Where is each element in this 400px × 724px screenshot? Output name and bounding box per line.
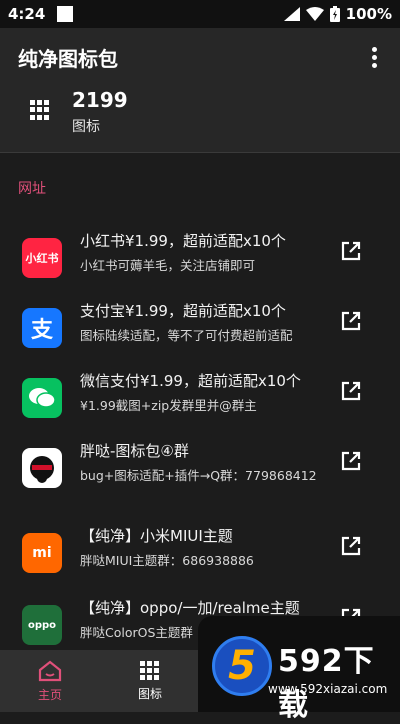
alipay-icon: 支 bbox=[22, 308, 62, 348]
watermark-title: 592下载 bbox=[278, 644, 375, 723]
list-item-subtitle: ¥1.99截图+zip发群里并@群主 bbox=[80, 398, 257, 413]
list-item[interactable]: 小红书 小红书¥1.99，超前适配x10个 小红书可薅羊毛，关注店铺即可 bbox=[0, 230, 400, 300]
list-item-title: 小红书¥1.99，超前适配x10个 bbox=[80, 232, 286, 250]
battery-icon bbox=[329, 6, 340, 22]
icon-count: 2199 bbox=[72, 88, 128, 112]
miui-icon: mi bbox=[22, 533, 62, 573]
list-item-subtitle: bug+图标适配+插件→Q群：779868412 bbox=[80, 468, 317, 483]
notification-icon bbox=[57, 6, 74, 22]
list-item-title: 【纯净】小米MIUI主题 bbox=[80, 527, 233, 545]
oppo-icon: oppo bbox=[22, 605, 62, 645]
signal-icon bbox=[283, 7, 300, 21]
status-bar: 4:24 100% bbox=[0, 0, 400, 28]
wechat-pay-icon bbox=[22, 378, 62, 418]
status-time: 4:24 bbox=[8, 5, 46, 23]
watermark-logo: 5 bbox=[212, 636, 272, 696]
wifi-icon bbox=[305, 7, 324, 21]
section-title: 网址 bbox=[18, 181, 46, 197]
battery-percent: 100% bbox=[345, 5, 392, 23]
open-external-icon[interactable] bbox=[340, 310, 362, 332]
grid-icon bbox=[30, 100, 50, 120]
list-item-title: 【纯净】oppo/一加/realme主题 bbox=[80, 599, 300, 617]
watermark-url: www.592xiazai.com bbox=[268, 682, 388, 696]
list-item-subtitle: 小红书可薅羊毛，关注店铺即可 bbox=[80, 258, 256, 273]
app-title: 纯净图标包 bbox=[18, 46, 118, 71]
open-external-icon[interactable] bbox=[340, 450, 362, 472]
icon-count-label: 图标 bbox=[72, 119, 100, 135]
list-item-subtitle: 胖哒MIUI主题群：686938886 bbox=[80, 553, 254, 568]
watermark-overlay: 5 592下载 www.592xiazai.com bbox=[198, 616, 400, 723]
nav-home-label: 主页 bbox=[37, 687, 62, 702]
list-item-subtitle: 图标陆续适配，等不了可付费超前适配 bbox=[80, 328, 293, 343]
panda-avatar-icon bbox=[30, 456, 54, 483]
list-item-title: 支付宝¥1.99，超前适配x10个 bbox=[80, 302, 286, 320]
list-item[interactable]: 胖哒-图标包④群 bug+图标适配+插件→Q群：779868412 bbox=[0, 440, 400, 510]
list-item[interactable]: mi 【纯净】小米MIUI主题 胖哒MIUI主题群：686938886 bbox=[0, 525, 400, 595]
wechat-bubbles-icon bbox=[29, 388, 56, 408]
list-item[interactable]: 微信支付¥1.99，超前适配x10个 ¥1.99截图+zip发群里并@群主 bbox=[0, 370, 400, 440]
nav-icons[interactable]: 图标 bbox=[100, 650, 200, 712]
list-item-title: 胖哒-图标包④群 bbox=[80, 442, 189, 460]
more-vert-icon[interactable] bbox=[362, 42, 386, 72]
home-icon bbox=[38, 660, 62, 681]
xiaohongshu-icon: 小红书 bbox=[22, 238, 62, 278]
grid-icon bbox=[140, 660, 160, 681]
status-icons: 100% bbox=[283, 5, 392, 23]
list-item[interactable]: 支 支付宝¥1.99，超前适配x10个 图标陆续适配，等不了可付费超前适配 bbox=[0, 300, 400, 370]
open-external-icon[interactable] bbox=[340, 380, 362, 402]
open-external-icon[interactable] bbox=[340, 240, 362, 262]
list-item-title: 微信支付¥1.99，超前适配x10个 bbox=[80, 372, 301, 390]
nav-home[interactable]: 主页 bbox=[0, 650, 100, 712]
nav-icons-label: 图标 bbox=[137, 686, 162, 701]
app-bar: 纯净图标包 bbox=[0, 28, 400, 86]
qq-group-icon bbox=[22, 448, 62, 488]
open-external-icon[interactable] bbox=[340, 535, 362, 557]
icon-count-card: 2199 图标 bbox=[0, 86, 400, 153]
